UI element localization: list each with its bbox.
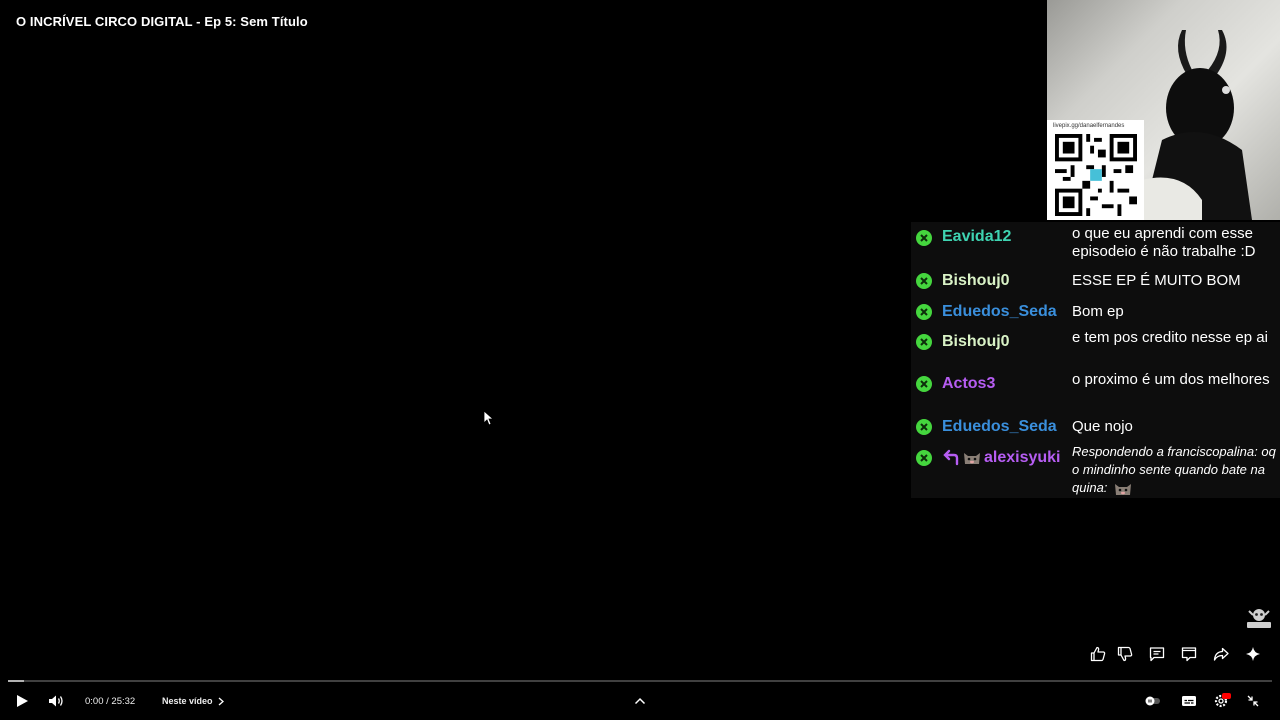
reply-arrow-icon — [943, 449, 959, 466]
chat-username[interactable]: Eduedos_Seda — [942, 418, 1057, 436]
chat-text: o que eu aprendi com esse episodeio é nã… — [1072, 225, 1256, 260]
dislike-button[interactable] — [1115, 644, 1135, 664]
livepix-qr-code: livepix.gg/danaelfernandes — [1047, 120, 1144, 220]
like-button[interactable] — [1088, 644, 1108, 664]
volume-icon — [49, 695, 63, 707]
verified-badge-icon — [916, 376, 932, 392]
thumbs-down-icon — [1117, 646, 1133, 662]
chat-text: e tem pos credito nesse ep ai — [1072, 329, 1268, 346]
autoplay-toggle[interactable] — [1143, 690, 1163, 712]
channel-watermark-icon[interactable] — [1246, 607, 1272, 629]
reply-text: Respondendo a franciscopalina: oq o mind… — [1072, 444, 1276, 495]
chapter-label: Neste vídeo — [162, 696, 213, 706]
progress-bar[interactable] — [8, 680, 1272, 682]
expand-panel-button[interactable] — [630, 690, 650, 712]
verified-badge-icon — [916, 273, 932, 289]
chat-username[interactable]: alexisyuki — [984, 449, 1061, 467]
verified-badge-icon — [916, 230, 932, 246]
chevron-up-icon — [634, 697, 646, 705]
exit-fullscreen-button[interactable] — [1243, 690, 1263, 712]
chat-username[interactable]: Bishouj0 — [942, 333, 1010, 351]
horned-figure-image — [1142, 30, 1252, 220]
chat-text: Bom ep — [1072, 303, 1124, 320]
live-chat-button[interactable] — [1179, 644, 1199, 664]
subtitles-button[interactable] — [1179, 690, 1199, 712]
chat-text: Que nojo — [1072, 418, 1133, 435]
chapters-button[interactable]: Neste vídeo — [162, 696, 225, 706]
volume-button[interactable] — [46, 690, 66, 712]
chat-text: o proximo é um dos melhores — [1072, 371, 1270, 388]
verified-badge-icon — [916, 419, 932, 435]
qr-url-text: livepix.gg/danaelfernandes — [1053, 123, 1125, 129]
chat-message: Actos3 o proximo é um dos melhores — [911, 371, 1280, 412]
chat-username[interactable]: Eavida12 — [942, 228, 1011, 246]
play-button[interactable] — [12, 690, 32, 712]
subtitles-icon — [1182, 696, 1196, 706]
comment-icon — [1149, 647, 1165, 662]
comments-button[interactable] — [1147, 644, 1167, 664]
video-title: O INCRÍVEL CIRCO DIGITAL - Ep 5: Sem Tít… — [16, 14, 308, 29]
chat-username[interactable]: Actos3 — [942, 375, 995, 393]
chat-overlay: Eavida12 o que eu aprendi com esse episo… — [911, 222, 1280, 498]
verified-badge-icon — [916, 450, 932, 466]
chat-message: Bishouj0 e tem pos credito nesse ep ai — [911, 329, 1280, 370]
thumbs-up-icon — [1090, 646, 1106, 662]
chat-message: Bishouj0 ESSE EP É MUITO BOM — [911, 272, 1280, 293]
chat-username[interactable]: Eduedos_Seda — [942, 303, 1057, 321]
ask-button[interactable] — [1243, 644, 1263, 664]
hd-badge — [1222, 693, 1231, 699]
settings-button[interactable] — [1211, 690, 1231, 712]
cat-emote-icon — [1115, 483, 1132, 495]
progress-buffered — [8, 680, 24, 682]
chat-message: Eduedos_Seda Que nojo — [911, 418, 1280, 439]
autoplay-toggle-icon — [1145, 696, 1160, 706]
chat-username[interactable]: Bishouj0 — [942, 272, 1010, 290]
verified-badge-icon — [916, 334, 932, 350]
verified-badge-icon — [916, 304, 932, 320]
streamer-webcam-overlay: livepix.gg/danaelfernandes — [1047, 0, 1280, 220]
chat-message: alexisyuki Respondendo a franciscopalina… — [911, 444, 1280, 498]
chat-message: Eduedos_Seda Bom ep — [911, 303, 1280, 324]
mouse-cursor-icon — [484, 411, 494, 426]
share-icon — [1213, 647, 1229, 661]
sparkle-icon — [1246, 647, 1260, 661]
chevron-right-icon — [218, 697, 225, 706]
qr-code-icon — [1055, 134, 1137, 216]
time-display: 0:00 / 25:32 — [85, 696, 136, 707]
chat-icon — [1181, 647, 1197, 662]
chat-text: Respondendo a franciscopalina: oq o mind… — [1072, 443, 1280, 497]
play-icon — [17, 695, 28, 707]
cat-emote-icon — [964, 453, 980, 464]
share-button[interactable] — [1211, 644, 1231, 664]
exit-fullscreen-icon — [1247, 695, 1259, 707]
chat-message: Eavida12 o que eu aprendi com esse episo… — [911, 225, 1280, 266]
chat-text: ESSE EP É MUITO BOM — [1072, 272, 1241, 289]
